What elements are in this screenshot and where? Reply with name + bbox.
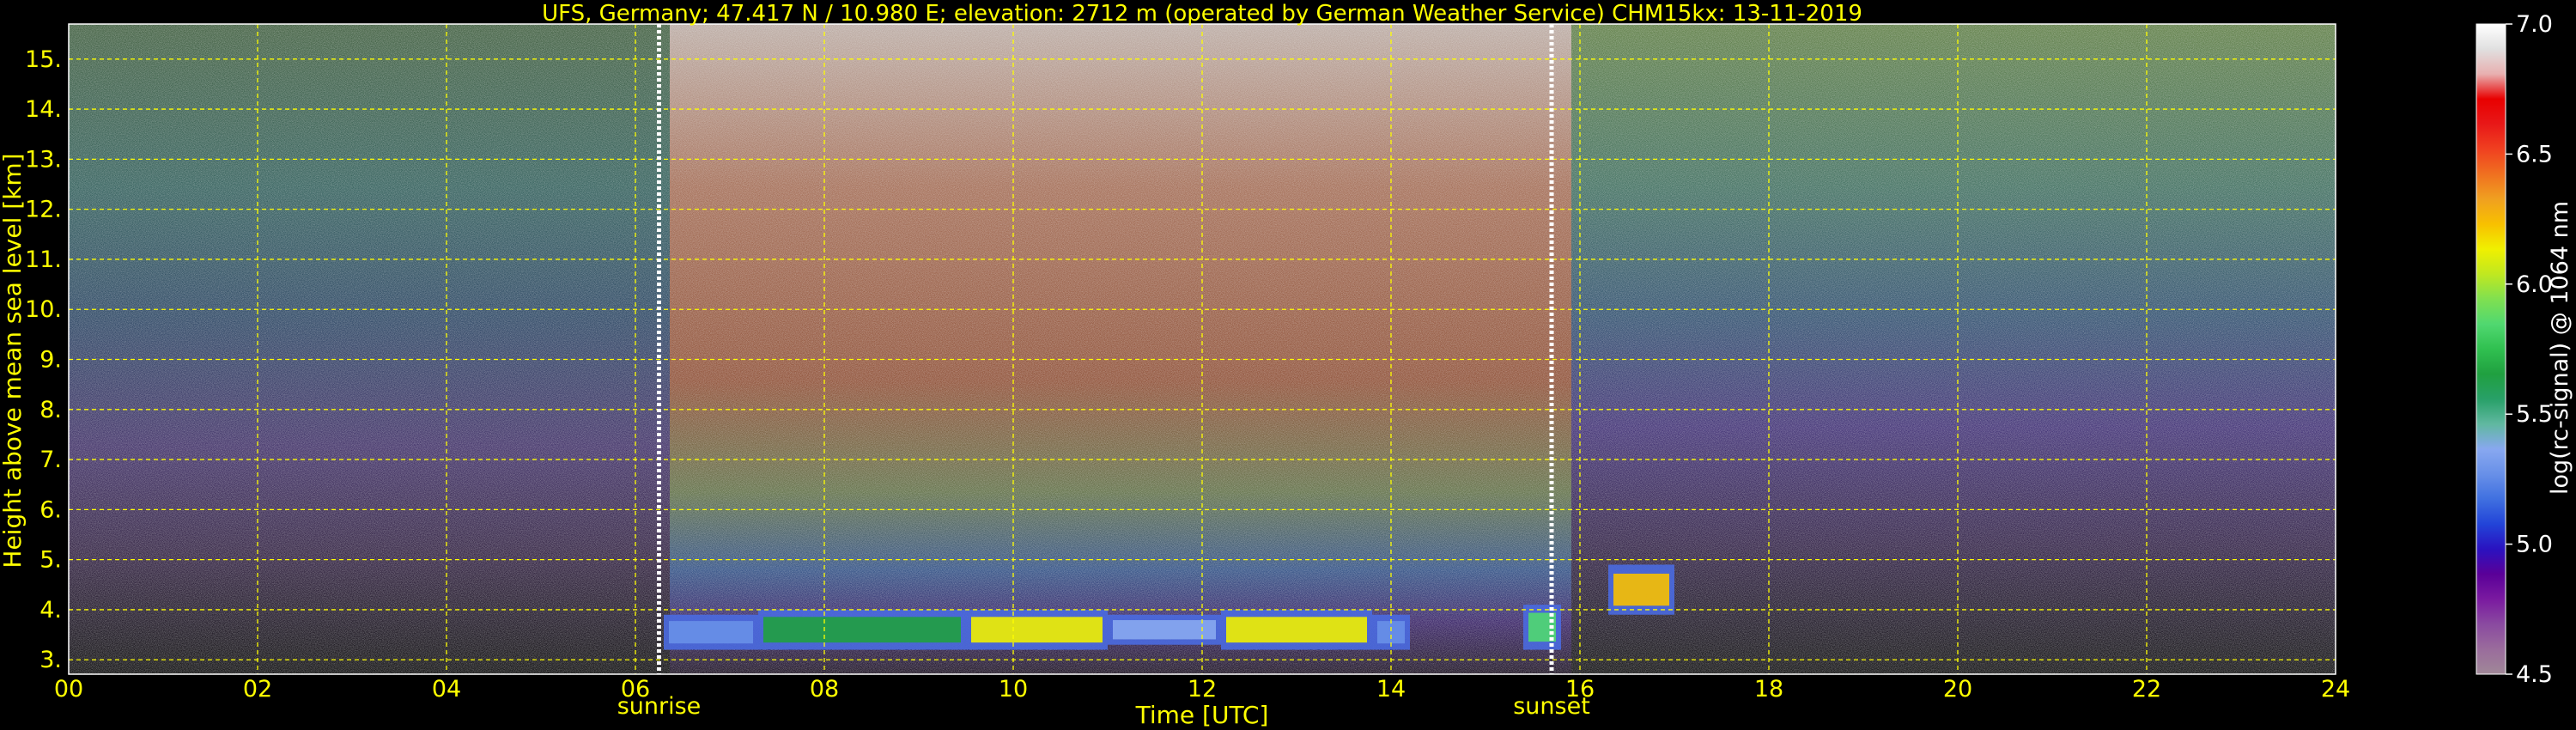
x-tick-label: 00 [54, 676, 83, 703]
x-tick-label: 08 [810, 676, 839, 703]
y-tick-label: 7. [39, 447, 62, 473]
y-tick-label: 10. [25, 296, 62, 323]
cloud-layer-core [1613, 573, 1669, 606]
x-tick-label: 24 [2321, 676, 2350, 703]
cloud-layer-core [1226, 617, 1367, 643]
cloud-layer-core [763, 617, 961, 643]
y-tick-label: 12. [25, 197, 62, 223]
cloud-layer-core [669, 621, 753, 644]
colorbar-tick-label: 4.5 [2516, 661, 2553, 688]
colorbar: 4.55.05.56.06.57.0 log(rc-signal) @ 1064… [2476, 11, 2573, 688]
y-tick-labels: 3. 4. 5. 6. 7. 8. 9. 10. 11. 12. 13. 14. 15. [25, 46, 62, 673]
x-tick-label: 18 [1754, 676, 1783, 703]
x-tick-label: 10 [999, 676, 1028, 703]
x-tick-label: 16 [1565, 676, 1595, 703]
y-tick-label: 4. [39, 597, 62, 624]
y-tick-label: 15. [25, 46, 62, 73]
colorbar-ticks: 4.55.05.56.06.57.0 [2506, 11, 2553, 688]
cloud-layer-core [1377, 621, 1405, 644]
y-tick-label: 13. [25, 146, 62, 173]
y-tick-label: 9. [39, 347, 62, 374]
colorbar-label: log(rc-signal) @ 1064 nm [2547, 201, 2573, 495]
x-tick-label: 12 [1188, 676, 1217, 703]
x-tick-label: 22 [2132, 676, 2161, 703]
colorbar-fill [2476, 24, 2506, 674]
x-axis-label: Time [UTC] [1135, 701, 1269, 729]
cloud-layer-core [971, 617, 1103, 643]
chart-title: UFS, Germany; 47.417 N / 10.980 E; eleva… [542, 1, 1862, 27]
y-tick-label: 14. [25, 96, 62, 123]
cloud-layer-core [1113, 620, 1216, 640]
y-axis-label: Height above mean sea level [km] [0, 153, 27, 568]
x-tick-label: 14 [1376, 676, 1406, 703]
ceilometer-plot: sunrise sunset 3.4.5.6.7.8.9.10.11.12.13.… [0, 1, 2573, 729]
colorbar-tick-label: 7.0 [2516, 11, 2553, 38]
y-tick-label: 3. [39, 647, 62, 673]
x-tick-label: 04 [432, 676, 461, 703]
x-tick-label: 20 [1943, 676, 1972, 703]
y-tick-label: 6. [39, 496, 62, 523]
x-tick-label: 06 [621, 676, 650, 703]
colorbar-tick-label: 5.0 [2516, 532, 2553, 558]
colorbar-tick-label: 6.5 [2516, 141, 2553, 167]
x-tick-label: 02 [243, 676, 272, 703]
y-tick-label: 11. [25, 246, 62, 273]
x-tick-labels: 00 02 04 06 08 10 12 14 16 18 20 22 24 [54, 676, 2350, 703]
y-tick-label: 5. [39, 547, 62, 574]
y-tick-label: 8. [39, 397, 62, 423]
